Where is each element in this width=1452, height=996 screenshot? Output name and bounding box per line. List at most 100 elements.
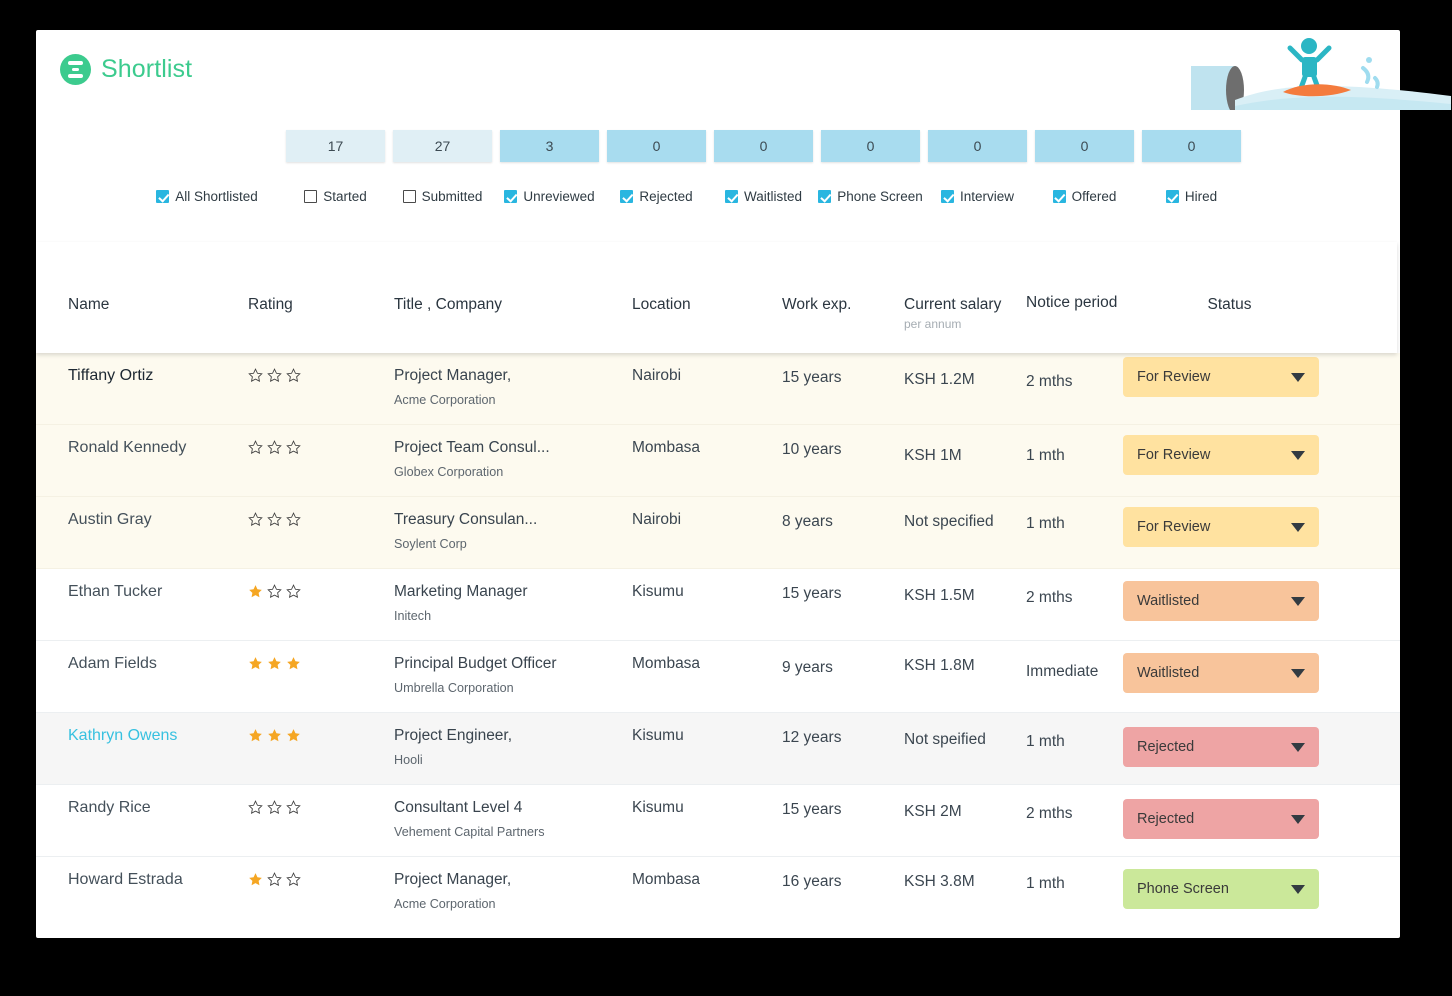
job-title: Treasury Consulan... xyxy=(394,511,538,528)
cell-candidate-name[interactable]: Howard Estrada xyxy=(68,871,248,889)
checkbox-interview[interactable] xyxy=(940,190,954,203)
filter-count-submitted[interactable]: 27 xyxy=(393,130,492,162)
table-row[interactable]: Adam Fields Principal Budget Officer Umbre… xyxy=(36,641,1400,713)
filter-interview[interactable]: 0 Interview xyxy=(924,130,1031,204)
checkbox-submitted[interactable] xyxy=(402,190,416,203)
cell-location: Kisumu xyxy=(632,727,684,744)
filter-submitted[interactable]: 27 Submitted xyxy=(389,130,496,204)
checkbox-rejected[interactable] xyxy=(620,190,634,203)
filter-count-hired[interactable]: 0 xyxy=(1142,130,1241,162)
chevron-down-icon xyxy=(1291,522,1305,532)
filter-all-shortlisted[interactable]: All Shortlisted xyxy=(132,130,282,204)
status-dropdown[interactable]: Phone Screen xyxy=(1123,869,1319,909)
checkbox-offered[interactable] xyxy=(1052,190,1066,203)
checkbox-unreviewed[interactable] xyxy=(504,190,518,203)
job-title: Marketing Manager xyxy=(394,583,528,600)
filter-rejected[interactable]: 0 Rejected xyxy=(603,130,710,204)
column-header-notice-period[interactable]: Notice period xyxy=(1026,293,1123,314)
cell-title-company[interactable]: Consultant Level 4 Vehement Capital Partn… xyxy=(394,799,632,839)
status-label: Rejected xyxy=(1137,811,1195,827)
cell-rating-stars[interactable] xyxy=(248,656,394,671)
status-dropdown[interactable]: For Review xyxy=(1123,357,1319,397)
cell-candidate-name[interactable]: Tiffany Ortiz xyxy=(68,367,248,385)
cell-title-company[interactable]: Principal Budget Officer Umbrella Corpora… xyxy=(394,655,632,695)
column-header-work-exp[interactable]: Work exp. xyxy=(782,296,904,314)
filter-count-unreviewed[interactable]: 3 xyxy=(500,130,599,162)
column-header-salary-label: Current salary xyxy=(904,296,1002,313)
job-title: Project Manager, xyxy=(394,871,512,888)
cell-work-exp: 15 years xyxy=(782,369,842,386)
filter-count-started[interactable]: 17 xyxy=(286,130,385,162)
column-header-name[interactable]: Name xyxy=(68,296,248,314)
status-dropdown[interactable]: For Review xyxy=(1123,435,1319,475)
cell-status: For Review xyxy=(1123,357,1336,397)
filter-count-offered[interactable]: 0 xyxy=(1035,130,1134,162)
column-header-status[interactable]: Status xyxy=(1123,296,1336,314)
company-name: Umbrella Corporation xyxy=(394,680,514,695)
cell-rating-stars[interactable] xyxy=(248,440,394,455)
table-row[interactable]: Kathryn Owens Project Engineer, Hooli Kisum… xyxy=(36,713,1400,785)
checkbox-started[interactable] xyxy=(304,190,318,203)
cell-work-exp: 12 years xyxy=(782,729,842,746)
cell-candidate-name[interactable]: Ronald Kennedy xyxy=(68,439,248,457)
filter-label-offered: Offered xyxy=(1071,189,1117,204)
filter-count-phone-screen[interactable]: 0 xyxy=(821,130,920,162)
cell-rating-stars[interactable] xyxy=(248,800,394,815)
filter-hired[interactable]: 0 Hired xyxy=(1138,130,1245,204)
table-row[interactable]: Ronald Kennedy Project Team Consul... Glob… xyxy=(36,425,1400,497)
cell-rating-stars[interactable] xyxy=(248,584,394,599)
checkbox-phone-screen[interactable] xyxy=(818,190,832,203)
filter-count-waitlisted[interactable]: 0 xyxy=(714,130,813,162)
cell-rating-stars[interactable] xyxy=(248,512,394,527)
table-row[interactable]: Ethan Tucker Marketing Manager Initech Kisu… xyxy=(36,569,1400,641)
filter-offered[interactable]: 0 Offered xyxy=(1031,130,1138,204)
filter-started[interactable]: 17 Started xyxy=(282,130,389,204)
cell-candidate-name[interactable]: Randy Rice xyxy=(68,799,248,817)
checkbox-waitlisted[interactable] xyxy=(724,190,738,203)
cell-status: Rejected xyxy=(1123,799,1336,839)
table-header: Name Rating Title , Company Location Wor… xyxy=(36,242,1397,353)
filter-unreviewed[interactable]: 3 Unreviewed xyxy=(496,130,603,204)
cell-title-company[interactable]: Project Manager, Acme Corporation xyxy=(394,871,632,911)
table-row[interactable]: Austin Gray Treasury Consulan... Soylent C… xyxy=(36,497,1400,569)
chevron-down-icon xyxy=(1291,668,1305,678)
table-row[interactable]: Randy Rice Consultant Level 4 Vehement Cap… xyxy=(36,785,1400,857)
filter-count-interview[interactable]: 0 xyxy=(928,130,1027,162)
cell-status: For Review xyxy=(1123,435,1336,475)
status-dropdown[interactable]: Rejected xyxy=(1123,727,1319,767)
checkbox-all-shortlisted[interactable] xyxy=(156,190,170,203)
cell-notice-period: 2 mths xyxy=(1026,589,1073,606)
cell-rating-stars[interactable] xyxy=(248,368,394,383)
column-header-title-company[interactable]: Title , Company xyxy=(394,296,632,314)
cell-title-company[interactable]: Project Manager, Acme Corporation xyxy=(394,367,632,407)
column-header-location[interactable]: Location xyxy=(632,296,782,314)
cell-current-salary: Not speified xyxy=(904,731,986,748)
cell-title-company[interactable]: Project Team Consul... Globex Corporation xyxy=(394,439,632,479)
cell-candidate-name[interactable]: Adam Fields xyxy=(68,655,248,673)
cell-current-salary: KSH 1M xyxy=(904,447,962,464)
checkbox-hired[interactable] xyxy=(1165,190,1179,203)
cell-title-company[interactable]: Treasury Consulan... Soylent Corp xyxy=(394,511,632,551)
filter-waitlisted[interactable]: 0 Waitlisted xyxy=(710,130,817,204)
table-row[interactable]: Tiffany Ortiz Project Manager, Acme Corpor… xyxy=(36,353,1400,425)
chevron-down-icon xyxy=(1291,372,1305,382)
filter-count-rejected[interactable]: 0 xyxy=(607,130,706,162)
cell-candidate-name[interactable]: Austin Gray xyxy=(68,511,248,529)
status-dropdown[interactable]: Rejected xyxy=(1123,799,1319,839)
brand-logo[interactable]: Shortlist xyxy=(60,54,192,85)
status-dropdown[interactable]: For Review xyxy=(1123,507,1319,547)
status-dropdown[interactable]: Waitlisted xyxy=(1123,653,1319,693)
filter-phone-screen[interactable]: 0 Phone Screen xyxy=(817,130,924,204)
cell-rating-stars[interactable] xyxy=(248,872,394,887)
column-header-rating[interactable]: Rating xyxy=(248,296,394,314)
company-name: Globex Corporation xyxy=(394,464,504,479)
cell-candidate-name[interactable]: Ethan Tucker xyxy=(68,583,248,601)
cell-title-company[interactable]: Project Engineer, Hooli xyxy=(394,727,632,767)
cell-title-company[interactable]: Marketing Manager Initech xyxy=(394,583,632,623)
cell-rating-stars[interactable] xyxy=(248,728,394,743)
column-header-current-salary[interactable]: Current salary per annum xyxy=(904,296,1026,331)
table-row[interactable]: Howard Estrada Project Manager, Acme Corpo… xyxy=(36,857,1400,928)
status-dropdown[interactable]: Waitlisted xyxy=(1123,581,1319,621)
company-name: Soylent Corp xyxy=(394,536,467,551)
cell-candidate-name[interactable]: Kathryn Owens xyxy=(68,727,248,745)
